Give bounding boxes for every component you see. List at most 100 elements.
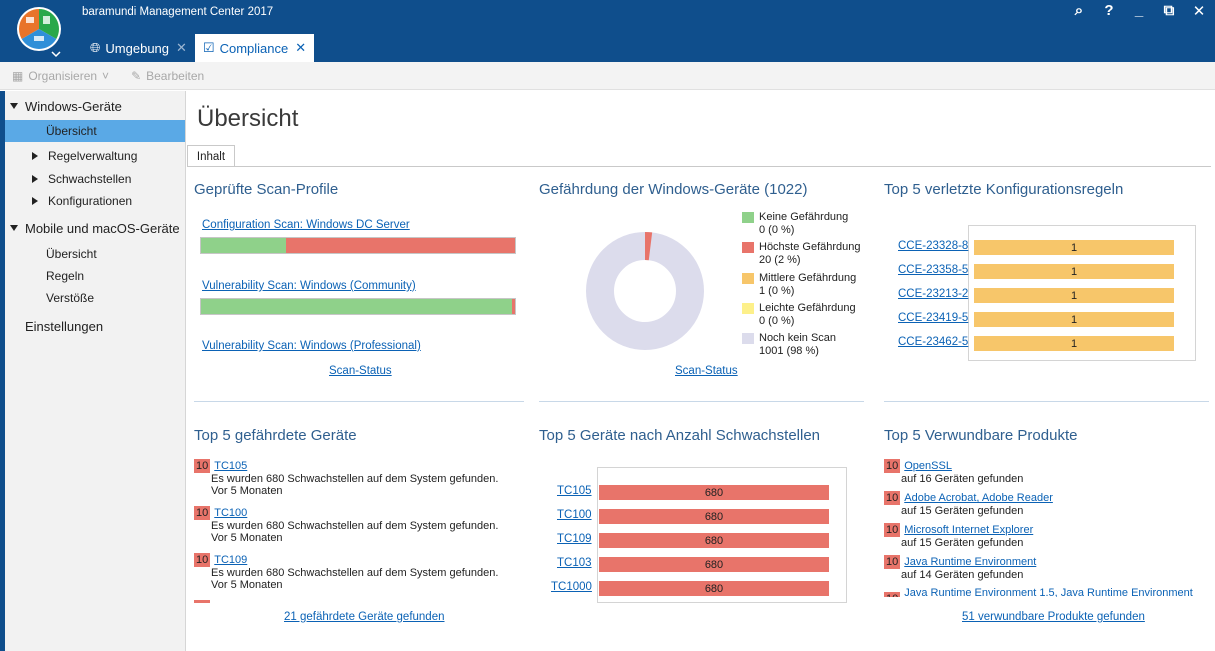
tab-umgebung[interactable]: 🌐︎ Umgebung ✕ bbox=[82, 34, 195, 62]
tab-label: Inhalt bbox=[196, 150, 226, 163]
sidebar-item-schwachstellen[interactable]: Schwachstellen bbox=[0, 168, 185, 190]
chevron-down-icon bbox=[10, 225, 18, 231]
search-icon[interactable]: ⌕ bbox=[1071, 2, 1087, 20]
device-link[interactable]: TC109 bbox=[557, 533, 592, 545]
device-link[interactable]: TC103 bbox=[557, 557, 592, 569]
sidebar-item-regelverwaltung[interactable]: Regelverwaltung bbox=[0, 145, 185, 167]
app-title: baramundi Management Center 2017 bbox=[82, 6, 274, 18]
severity-badge: 10 bbox=[884, 459, 901, 473]
sidebar-group-label: Mobile und macOS-Geräte bbox=[25, 220, 180, 236]
panel-config-rules: Top 5 verletzte Konfigurationsregeln CCE… bbox=[884, 181, 1212, 381]
config-rule-link[interactable]: CCE-23358-5 bbox=[898, 264, 968, 276]
sidebar-item-label: Verstöße bbox=[46, 291, 95, 305]
device-link[interactable]: TC1000 bbox=[551, 581, 592, 593]
config-rule-link[interactable]: CCE-23213-2 bbox=[898, 288, 968, 300]
sidebar-item-uebersicht[interactable]: Übersicht bbox=[0, 120, 185, 142]
sidebar-item-label: Schwachstellen bbox=[48, 172, 132, 186]
sidebar-group-mobile[interactable]: Mobile und macOS-Geräte bbox=[0, 217, 185, 239]
sidebar-item-label: Übersicht bbox=[46, 247, 97, 261]
organize-button[interactable]: ▦ Organisieren ˅ bbox=[12, 69, 109, 83]
product-link[interactable]: Java Runtime Environment bbox=[904, 556, 1036, 568]
item-time: Vor 5 Monaten bbox=[211, 579, 283, 591]
vuln-bar: 680 bbox=[599, 533, 829, 548]
tab-close-icon[interactable]: ✕ bbox=[295, 40, 306, 56]
config-rule-link[interactable]: CCE-23462-5 bbox=[898, 336, 968, 348]
config-rule-link[interactable]: CCE-23419-5 bbox=[898, 312, 968, 324]
edit-button[interactable]: ✎ Bearbeiten bbox=[131, 69, 204, 83]
sidebar-item-label: Übersicht bbox=[46, 124, 97, 138]
close-icon[interactable]: ✕ bbox=[1191, 2, 1207, 20]
severity-badge: 10 bbox=[884, 523, 901, 537]
legend-label: Leichte Gefährdung bbox=[759, 302, 856, 314]
item-description: auf 16 Geräten gefunden bbox=[901, 473, 1024, 485]
device-link[interactable]: TC100 bbox=[214, 507, 247, 519]
sidebar-item-einstellungen[interactable]: Einstellungen bbox=[0, 315, 185, 337]
panel-separator bbox=[539, 401, 864, 402]
scan-profile-link[interactable]: Vulnerability Scan: Windows (Community) bbox=[202, 280, 416, 292]
edit-icon: ✎ bbox=[131, 68, 142, 83]
panel-vuln-devices: Top 5 Geräte nach Anzahl Schwachstellen … bbox=[539, 427, 869, 627]
risky-devices-link[interactable]: 21 gefährdete Geräte gefunden bbox=[284, 611, 445, 623]
severity-badge: 10 bbox=[884, 491, 901, 505]
panel-title: Top 5 verletzte Konfigurationsregeln bbox=[884, 181, 1124, 198]
vuln-bar: 680 bbox=[599, 557, 829, 572]
app-logo-icon[interactable] bbox=[14, 4, 64, 58]
product-link[interactable]: OpenSSL bbox=[904, 460, 952, 472]
tab-inhalt[interactable]: Inhalt bbox=[187, 145, 235, 167]
item-description: Es wurden 680 Schwachstellen auf dem Sys… bbox=[211, 520, 499, 532]
sidebar-item-verstoesse[interactable]: Verstöße bbox=[0, 287, 185, 309]
sidebar-item-label: Regeln bbox=[46, 269, 85, 283]
sidebar-group-windows[interactable]: Windows-Geräte bbox=[0, 95, 185, 117]
vuln-products-link[interactable]: 51 verwundbare Produkte gefunden bbox=[962, 611, 1145, 623]
tab-compliance[interactable]: ☑ Compliance ✕ bbox=[194, 34, 315, 62]
sidebar-item-regeln[interactable]: Regeln bbox=[0, 265, 185, 287]
item-description: auf 15 Geräten gefunden bbox=[901, 505, 1024, 517]
tab-divider bbox=[187, 166, 1211, 167]
product-link[interactable]: Adobe Acrobat, Adobe Reader bbox=[904, 492, 1053, 504]
sidebar-item-mobile-uebersicht[interactable]: Übersicht bbox=[0, 243, 185, 265]
list-item: 10 OpenSSL auf 16 Geräten gefunden bbox=[884, 459, 1204, 485]
chevron-right-icon bbox=[32, 175, 38, 183]
scan-status-link[interactable]: Scan-Status bbox=[675, 365, 738, 377]
list-item: 10 TC109 Es wurden 680 Schwachstellen auf… bbox=[194, 553, 514, 591]
toolbar: ▦ Organisieren ˅ ✎ Bearbeiten bbox=[0, 62, 1215, 90]
device-link[interactable]: TC109 bbox=[214, 554, 247, 566]
legend-label: Keine Gefährdung bbox=[759, 211, 849, 223]
vuln-bar: 680 bbox=[599, 581, 829, 596]
config-rule-bar: 1 bbox=[974, 312, 1174, 327]
severity-badge: 10 bbox=[884, 592, 901, 597]
device-link[interactable]: TC105 bbox=[557, 485, 592, 497]
tab-close-icon[interactable]: ✕ bbox=[176, 40, 187, 56]
severity-badge: 10 bbox=[194, 459, 211, 473]
product-link[interactable]: Microsoft Internet Explorer bbox=[904, 524, 1033, 536]
panel-title: Top 5 Verwundbare Produkte bbox=[884, 427, 1078, 444]
scan-profile-link[interactable]: Configuration Scan: Windows DC Server bbox=[202, 219, 410, 231]
severity-badge: 10 bbox=[194, 506, 211, 520]
help-icon[interactable]: ? bbox=[1101, 2, 1117, 20]
legend-value: 1001 (98 %) bbox=[759, 345, 819, 357]
minimize-icon[interactable]: _ bbox=[1131, 2, 1147, 20]
panel-title: Top 5 gefährdete Geräte bbox=[194, 427, 357, 444]
panel-title: Geprüfte Scan-Profile bbox=[194, 181, 339, 198]
item-time: Vor 5 Monaten bbox=[211, 532, 283, 544]
device-link[interactable]: TC105 bbox=[214, 460, 247, 472]
device-link[interactable]: TC100 bbox=[557, 509, 592, 521]
config-rule-bar: 1 bbox=[974, 264, 1174, 279]
chevron-right-icon bbox=[32, 197, 38, 205]
panel-risky-devices: Top 5 gefährdete Geräte 10 TC105 Es wurde… bbox=[194, 427, 524, 627]
list-item: 10 Adobe Acrobat, Adobe Reader auf 15 Ger… bbox=[884, 491, 1204, 517]
vuln-bar: 680 bbox=[599, 485, 829, 500]
restore-icon[interactable]: ⧉ bbox=[1161, 2, 1177, 20]
sidebar-group-label: Windows-Geräte bbox=[25, 98, 122, 114]
bar-segment-risk bbox=[285, 238, 515, 253]
product-link[interactable]: Java Runtime Environment 1.5, Java Runti… bbox=[904, 587, 1204, 597]
scan-profile-link[interactable]: Vulnerability Scan: Windows (Professiona… bbox=[202, 340, 421, 352]
config-rule-link[interactable]: CCE-23328-8 bbox=[898, 240, 968, 252]
scan-status-link[interactable]: Scan-Status bbox=[329, 365, 392, 377]
legend-swatch bbox=[742, 242, 754, 253]
vuln-bar: 680 bbox=[599, 509, 829, 524]
legend-swatch bbox=[742, 303, 754, 314]
sidebar-item-konfigurationen[interactable]: Konfigurationen bbox=[0, 190, 185, 212]
panel-threat: Gefährdung der Windows-Geräte (1022) Kei… bbox=[539, 181, 869, 381]
sidebar-edge bbox=[0, 91, 5, 651]
